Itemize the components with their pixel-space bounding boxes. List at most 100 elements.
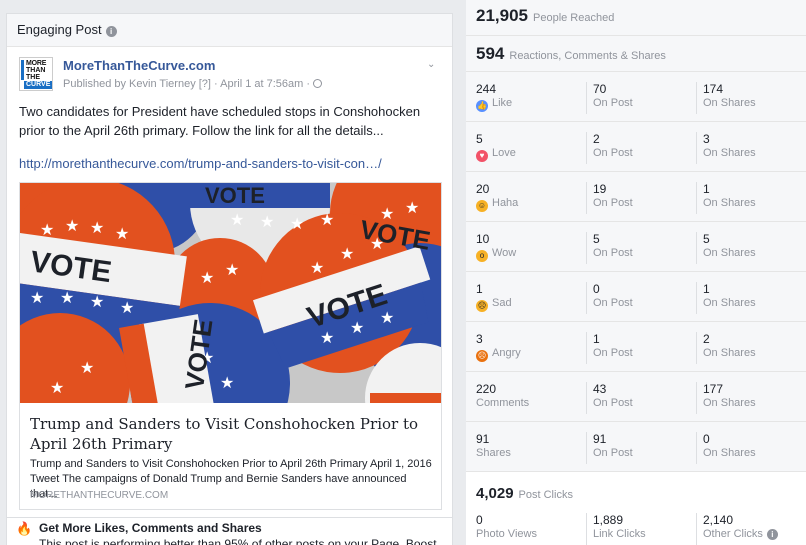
- comments-on-post: 43: [593, 382, 607, 396]
- link-clicks-label: Link Clicks: [593, 528, 646, 540]
- sad-label: Sad: [492, 297, 512, 309]
- vote-buttons-image[interactable]: ★ ★ ★ ★ ★ ★ ★ ★ ★ ★ ★ ★ ★ ★ ★ ★ ★ ★ ★ ★ ★ ★ ★ ★ ★ ★ VOTE …: [20, 183, 441, 403]
- on-shares-label: On Shares: [703, 97, 756, 109]
- svg-text:★: ★: [230, 210, 244, 229]
- stat-row-shares: 91 Shares 91 On Post 0 On Shares: [466, 422, 806, 472]
- svg-text:★: ★: [320, 210, 334, 229]
- on-shares-label: On Shares: [703, 197, 756, 209]
- on-post-label: On Post: [593, 347, 633, 359]
- angry-icon: ☹: [476, 350, 488, 362]
- svg-text:★: ★: [90, 218, 104, 237]
- post-header: MORE THAN THE CURVE MoreThanTheCurve.com…: [19, 57, 439, 97]
- wow-label: Wow: [492, 247, 517, 259]
- svg-text:★: ★: [65, 216, 79, 235]
- link-card[interactable]: ★ ★ ★ ★ ★ ★ ★ ★ ★ ★ ★ ★ ★ ★ ★ ★ ★ ★ ★ ★ ★ ★ ★ ★ ★ ★ VOTE …: [19, 182, 442, 510]
- post-clicks-header: 4,029 Post Clicks: [476, 485, 573, 503]
- engagement-row: 594 Reactions, Comments & Shares: [466, 36, 806, 72]
- svg-text:★: ★: [115, 224, 129, 243]
- haha-on-post: 19: [593, 182, 607, 196]
- post-clicks-label: Post Clicks: [518, 489, 573, 501]
- tip-text: This post is performing better than 95% …: [39, 537, 437, 545]
- svg-text:★: ★: [340, 244, 354, 263]
- globe-icon: [313, 79, 323, 88]
- svg-text:★: ★: [310, 258, 324, 277]
- on-shares-label: On Shares: [703, 147, 756, 159]
- link-clicks-value: 1,889: [593, 513, 624, 527]
- wow-on-post: 5: [593, 232, 600, 246]
- haha-total: 20: [476, 182, 490, 196]
- svg-text:★: ★: [200, 268, 214, 287]
- page-name-link[interactable]: MoreThanTheCurve.com: [63, 58, 215, 73]
- svg-text:★: ★: [30, 288, 44, 307]
- chevron-down-icon[interactable]: ⌄: [427, 59, 439, 71]
- svg-text:★: ★: [120, 298, 134, 317]
- engaging-post-panel: Engaging Post i MORE THAN THE CURVE MoreT…: [6, 13, 453, 545]
- like-total: 244: [476, 82, 497, 96]
- love-label: Love: [492, 147, 516, 159]
- published-line: Published by Kevin Tierney [?] · April 1…: [63, 78, 323, 90]
- fire-icon: 🔥: [16, 521, 33, 536]
- people-reached-row: 21,905 People Reached: [466, 0, 806, 36]
- sad-on-post: 0: [593, 282, 600, 296]
- other-clicks-value: 2,140: [703, 513, 734, 527]
- stat-row-sad: 1 ☹ Sad 0 On Post 1 On Shares: [466, 272, 806, 322]
- on-post-label: On Post: [593, 147, 633, 159]
- wow-icon: o: [476, 250, 488, 262]
- stat-row-love: 5 ♥ Love 2 On Post 3 On Shares: [466, 122, 806, 172]
- angry-label: Angry: [492, 347, 521, 359]
- svg-text:★: ★: [40, 220, 54, 239]
- engagement-value: 594: [476, 44, 505, 63]
- like-on-post: 70: [593, 82, 607, 96]
- tip-title: Get More Likes, Comments and Shares: [39, 521, 262, 535]
- comments-on-shares: 177: [703, 382, 724, 396]
- haha-label: Haha: [492, 197, 519, 209]
- like-on-shares: 174: [703, 82, 724, 96]
- card-title[interactable]: Trump and Sanders to Visit Conshohocken …: [30, 414, 430, 454]
- shares-on-shares: 0: [703, 432, 710, 446]
- photo-views-value: 0: [476, 513, 483, 527]
- love-total: 5: [476, 132, 483, 146]
- on-shares-label: On Shares: [703, 347, 756, 359]
- love-on-shares: 3: [703, 132, 710, 146]
- panel-title: Engaging Post: [17, 22, 102, 37]
- angry-on-post: 1: [593, 332, 600, 346]
- info-icon[interactable]: i: [105, 26, 117, 37]
- on-shares-label: On Shares: [703, 247, 756, 259]
- on-post-label: On Post: [593, 397, 633, 409]
- stats-panel: 21,905 People Reached 594 Reactions, Comme…: [466, 0, 806, 545]
- info-icon[interactable]: i: [766, 529, 778, 540]
- card-domain: MORETHANTHECURVE.COM: [30, 490, 169, 501]
- svg-text:★: ★: [260, 212, 274, 231]
- post-clicks-section: 4,029 Post Clicks 0 Photo Views 1,889 Link …: [466, 475, 806, 545]
- people-reached-label: People Reached: [533, 12, 615, 24]
- svg-text:★: ★: [80, 358, 94, 377]
- shares-on-post: 91: [593, 432, 607, 446]
- stat-row-like: 244 👍 Like 70 On Post 174 On Shares: [466, 72, 806, 122]
- svg-text:VOTE: VOTE: [205, 183, 265, 208]
- love-icon: ♥: [476, 150, 488, 162]
- svg-text:★: ★: [50, 378, 64, 397]
- boost-tip: 🔥 Get More Likes, Comments and Shares Th…: [7, 517, 452, 545]
- svg-text:★: ★: [290, 214, 304, 233]
- page-logo[interactable]: MORE THAN THE CURVE: [19, 57, 53, 91]
- wow-on-shares: 5: [703, 232, 710, 246]
- stat-row-comments: 220 Comments 43 On Post 177 On Shares: [466, 372, 806, 422]
- post-link[interactable]: http://morethanthecurve.com/trump-and-sa…: [19, 156, 382, 171]
- sad-total: 1: [476, 282, 483, 296]
- shares-total: 91: [476, 432, 490, 446]
- engagement-label: Reactions, Comments & Shares: [509, 50, 666, 62]
- on-shares-label: On Shares: [703, 397, 756, 409]
- love-on-post: 2: [593, 132, 600, 146]
- svg-text:★: ★: [60, 288, 74, 307]
- other-clicks-label: Other Clicks: [703, 528, 763, 540]
- post-clicks-value: 4,029: [476, 485, 514, 502]
- on-post-label: On Post: [593, 197, 633, 209]
- wow-total: 10: [476, 232, 490, 246]
- angry-total: 3: [476, 332, 483, 346]
- stat-row-angry: 3 ☹ Angry 1 On Post 2 On Shares: [466, 322, 806, 372]
- comments-total: 220: [476, 382, 497, 396]
- like-label: Like: [492, 97, 513, 109]
- stat-row-haha: 20 ☺ Haha 19 On Post 1 On Shares: [466, 172, 806, 222]
- photo-views-label: Photo Views: [476, 528, 537, 540]
- stat-row-wow: 10 o Wow 5 On Post 5 On Shares: [466, 222, 806, 272]
